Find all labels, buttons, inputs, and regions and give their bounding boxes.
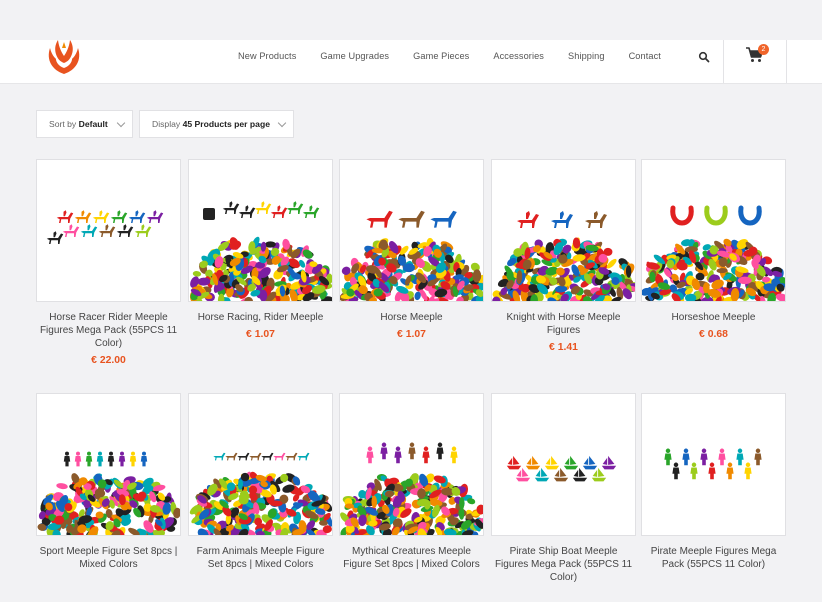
product-card[interactable]: Horse Meeple € 1.07 bbox=[339, 159, 484, 340]
product-title[interactable]: Horse Racing, Rider Meeple bbox=[188, 311, 333, 324]
product-title[interactable]: Pirate Meeple Figures Mega Pack (55PCS 1… bbox=[641, 545, 786, 571]
product-title[interactable]: Horseshoe Meeple bbox=[641, 311, 786, 324]
nav-item-shipping[interactable]: Shipping bbox=[568, 51, 605, 61]
product-image[interactable] bbox=[339, 393, 484, 536]
product-card[interactable]: Mythical Creatures Meeple Figure Set 8pc… bbox=[339, 393, 484, 571]
product-image[interactable] bbox=[36, 159, 181, 302]
main-nav: New Products Game Upgrades Game Pieces A… bbox=[238, 51, 685, 61]
product-title[interactable]: Knight with Horse Meeple Figures bbox=[491, 311, 636, 337]
header-divider bbox=[786, 40, 787, 83]
nav-item-contact[interactable]: Contact bbox=[629, 51, 661, 61]
chevron-down-icon bbox=[116, 118, 126, 128]
product-card[interactable]: Horse Racer Rider Meeple Figures Mega Pa… bbox=[36, 159, 181, 366]
product-price: € 1.07 bbox=[397, 329, 426, 340]
product-title[interactable]: Sport Meeple Figure Set 8pcs | Mixed Col… bbox=[36, 545, 181, 571]
product-image[interactable] bbox=[339, 159, 484, 302]
nav-item-accessories[interactable]: Accessories bbox=[493, 51, 544, 61]
product-image[interactable] bbox=[641, 393, 786, 536]
product-card[interactable]: Sport Meeple Figure Set 8pcs | Mixed Col… bbox=[36, 393, 181, 571]
site-header: New Products Game Upgrades Game Pieces A… bbox=[0, 40, 822, 84]
product-card[interactable]: Knight with Horse Meeple Figures € 1.41 bbox=[491, 159, 636, 353]
product-image[interactable] bbox=[188, 159, 333, 302]
product-price: € 0.68 bbox=[699, 329, 728, 340]
chevron-down-icon bbox=[277, 118, 287, 128]
product-image[interactable] bbox=[641, 159, 786, 302]
product-image[interactable] bbox=[188, 393, 333, 536]
top-strip bbox=[0, 0, 822, 40]
sort-by-value: Default bbox=[78, 119, 108, 129]
product-image[interactable] bbox=[491, 393, 636, 536]
product-card[interactable]: Pirate Ship Boat Meeple Figures Mega Pac… bbox=[491, 393, 636, 584]
product-price: € 1.07 bbox=[246, 329, 275, 340]
product-title[interactable]: Horse Racer Rider Meeple Figures Mega Pa… bbox=[36, 311, 181, 350]
header-divider bbox=[723, 40, 724, 83]
cart-count-badge: 2 bbox=[758, 44, 769, 55]
sort-by-select[interactable]: Sort by Default bbox=[36, 110, 133, 138]
per-page-value: 45 Products per page bbox=[182, 119, 270, 129]
product-price: € 22.00 bbox=[91, 355, 126, 366]
nav-item-game-pieces[interactable]: Game Pieces bbox=[413, 51, 469, 61]
search-icon[interactable] bbox=[697, 50, 711, 64]
product-title[interactable]: Farm Animals Meeple Figure Set 8pcs | Mi… bbox=[188, 545, 333, 571]
nav-item-new-products[interactable]: New Products bbox=[238, 51, 296, 61]
product-card[interactable]: Pirate Meeple Figures Mega Pack (55PCS 1… bbox=[641, 393, 786, 571]
phoenix-logo-icon[interactable] bbox=[42, 34, 86, 78]
product-card[interactable]: Horse Racing, Rider Meeple € 1.07 bbox=[188, 159, 333, 340]
product-image[interactable] bbox=[36, 393, 181, 536]
product-card[interactable]: Farm Animals Meeple Figure Set 8pcs | Mi… bbox=[188, 393, 333, 571]
per-page-select[interactable]: Display 45 Products per page bbox=[139, 110, 294, 138]
per-page-label: Display bbox=[152, 119, 181, 129]
product-title[interactable]: Horse Meeple bbox=[339, 311, 484, 324]
sort-by-label: Sort by bbox=[49, 119, 77, 129]
product-title[interactable]: Pirate Ship Boat Meeple Figures Mega Pac… bbox=[491, 545, 636, 584]
product-title[interactable]: Mythical Creatures Meeple Figure Set 8pc… bbox=[339, 545, 484, 571]
product-image[interactable] bbox=[491, 159, 636, 302]
product-price: € 1.41 bbox=[549, 342, 578, 353]
product-card[interactable]: Horseshoe Meeple € 0.68 bbox=[641, 159, 786, 340]
nav-item-game-upgrades[interactable]: Game Upgrades bbox=[320, 51, 389, 61]
